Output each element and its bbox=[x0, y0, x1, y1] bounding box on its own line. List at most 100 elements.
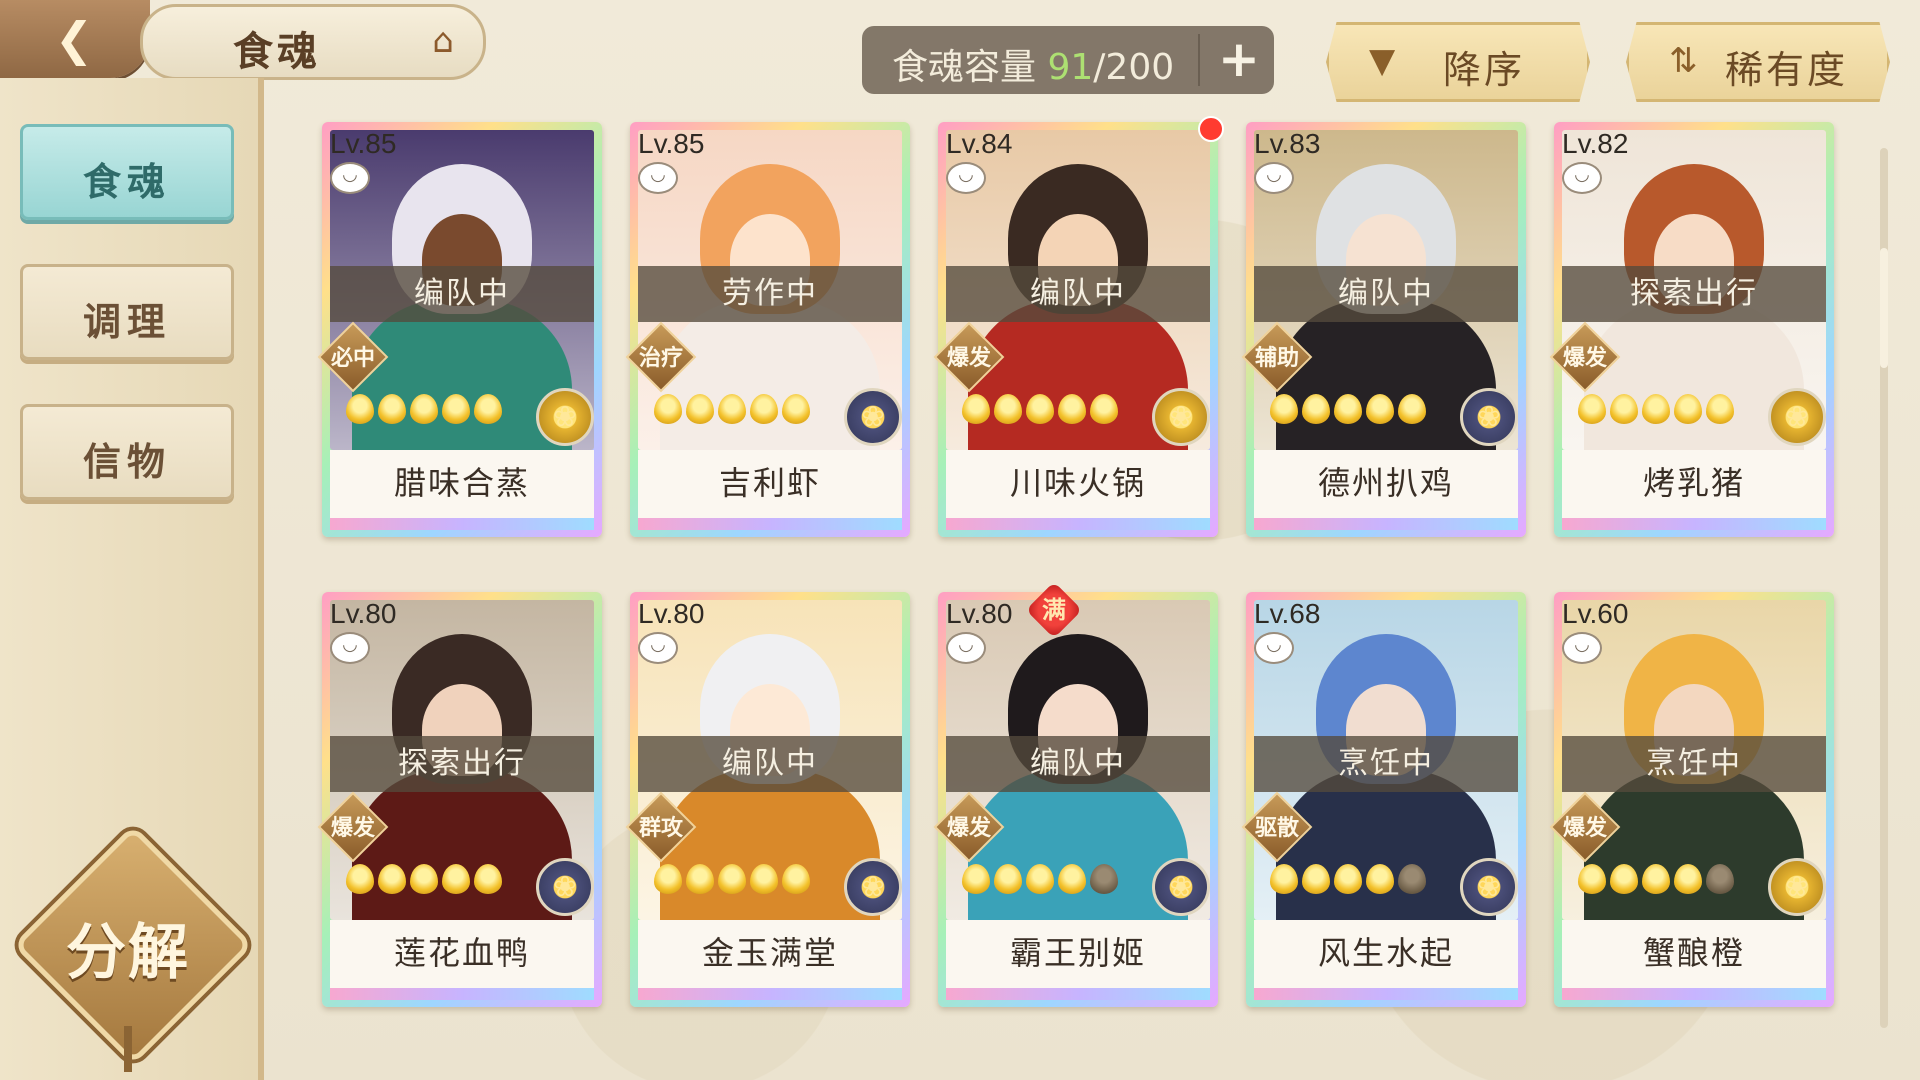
food-soul-card[interactable]: Lv.80 ◡ 探索出行 爆发 ❀ 莲花血鸭 bbox=[317, 592, 602, 1007]
plate-icon: ◡ bbox=[1254, 162, 1294, 194]
plate-icon: ◡ bbox=[330, 162, 370, 194]
star-filled-icon bbox=[410, 394, 438, 424]
role-label: 驱散 bbox=[1254, 816, 1299, 841]
role-label: 爆发 bbox=[1562, 816, 1607, 841]
star-filled-icon bbox=[654, 864, 682, 894]
level-label: Lv.68 bbox=[1254, 598, 1321, 629]
star-rating bbox=[962, 864, 1118, 900]
page-title-tab: 食魂 ⌂ bbox=[140, 4, 486, 80]
card-bottom-strip bbox=[638, 518, 902, 530]
scrollbar-thumb[interactable] bbox=[1880, 248, 1888, 368]
plate-icon: ◡ bbox=[1562, 632, 1602, 664]
add-capacity-button[interactable]: + bbox=[1212, 33, 1266, 87]
capacity-current: 91 bbox=[1047, 47, 1094, 88]
star-rating bbox=[654, 394, 810, 430]
sidebar-item-label: 调理 bbox=[82, 299, 171, 344]
star-filled-icon bbox=[1026, 394, 1054, 424]
food-soul-card[interactable]: Lv.68 ◡ 烹饪中 驱散 ❀ 风生水起 bbox=[1241, 592, 1526, 1007]
star-filled-icon bbox=[994, 864, 1022, 894]
card-bottom-strip bbox=[1254, 988, 1518, 1000]
plate-icon: ◡ bbox=[638, 162, 678, 194]
pavilion-icon[interactable]: ⌂ bbox=[413, 13, 473, 69]
star-filled-icon bbox=[718, 394, 746, 424]
sidebar-item-food-souls[interactable]: 食魂 bbox=[20, 124, 234, 220]
star-filled-icon bbox=[474, 394, 502, 424]
star-filled-icon bbox=[1302, 864, 1330, 894]
max-badge-label: 满 bbox=[1042, 596, 1066, 624]
star-empty-icon bbox=[1398, 864, 1426, 894]
food-soul-card[interactable]: Lv.80 ◡ 编队中 群攻 ❀ 金玉满堂 bbox=[625, 592, 910, 1007]
star-filled-icon bbox=[1334, 864, 1362, 894]
scrollbar[interactable] bbox=[1880, 148, 1888, 1028]
level-label: Lv.84 bbox=[946, 128, 1013, 159]
sort-key-button[interactable]: ⇅ 稀有度 bbox=[1626, 22, 1890, 102]
level-label: Lv.83 bbox=[1254, 128, 1321, 159]
decompose-label[interactable]: 分解 bbox=[40, 904, 216, 991]
level-label: Lv.82 bbox=[1562, 128, 1629, 159]
back-button[interactable]: ❮ bbox=[0, 0, 150, 78]
sidebar-item-tokens[interactable]: 信物 bbox=[20, 404, 234, 500]
blue-flower-emblem-icon: ❀ bbox=[844, 858, 902, 916]
role-label: 必中 bbox=[330, 346, 375, 371]
role-label: 群攻 bbox=[638, 816, 683, 841]
star-rating bbox=[1270, 864, 1426, 900]
star-filled-icon bbox=[654, 394, 682, 424]
food-soul-card[interactable]: Lv.84 ◡ 编队中 爆发 ❀ 川味火锅 bbox=[933, 116, 1224, 537]
food-soul-card[interactable]: Lv.83 ◡ 编队中 辅助 ❀ 德州扒鸡 bbox=[1241, 122, 1526, 537]
card-bottom-strip bbox=[1254, 518, 1518, 530]
sidebar-item-label: 信物 bbox=[82, 439, 171, 484]
food-soul-card[interactable]: Lv.85 ◡ 劳作中 治疗 ❀ 吉利虾 bbox=[625, 122, 910, 537]
blue-flower-emblem-icon: ❀ bbox=[1152, 858, 1210, 916]
star-filled-icon bbox=[1090, 394, 1118, 424]
blue-flower-emblem-icon: ❀ bbox=[844, 388, 902, 446]
star-filled-icon bbox=[378, 864, 406, 894]
star-filled-icon bbox=[1642, 864, 1670, 894]
star-filled-icon bbox=[346, 864, 374, 894]
character-name: 德州扒鸡 bbox=[1254, 450, 1518, 518]
character-name: 烤乳猪 bbox=[1562, 450, 1826, 518]
character-name: 川味火锅 bbox=[946, 450, 1210, 518]
sort-key-label: 稀有度 bbox=[1725, 48, 1849, 92]
blue-flower-emblem-icon: ❀ bbox=[1460, 388, 1518, 446]
star-filled-icon bbox=[410, 864, 438, 894]
star-filled-icon bbox=[782, 864, 810, 894]
plate-icon: ◡ bbox=[1562, 162, 1602, 194]
character-name: 蟹酿橙 bbox=[1562, 920, 1826, 988]
role-badge: 爆发 bbox=[933, 791, 1005, 863]
food-soul-card[interactable]: Lv.80 ◡ 编队中 爆发 ❀ 霸王别姬 满 bbox=[933, 581, 1218, 1007]
star-rating bbox=[346, 394, 502, 430]
star-filled-icon bbox=[1578, 394, 1606, 424]
star-filled-icon bbox=[1058, 864, 1086, 894]
food-soul-card[interactable]: Lv.60 ◡ 烹饪中 爆发 ❀ 蟹酿橙 bbox=[1549, 592, 1834, 1007]
star-filled-icon bbox=[1674, 394, 1702, 424]
star-filled-icon bbox=[686, 394, 714, 424]
star-filled-icon bbox=[962, 394, 990, 424]
food-soul-card[interactable]: Lv.82 ◡ 探索出行 爆发 ❀ 烤乳猪 bbox=[1549, 122, 1834, 537]
star-rating bbox=[962, 394, 1118, 430]
gold-flower-emblem-icon: ❀ bbox=[1768, 858, 1826, 916]
role-badge: 爆发 bbox=[933, 321, 1005, 393]
food-soul-grid: Lv.85 ◡ 编队中 必中 ❀ 腊味合蒸 Lv.85 ◡ 劳作中 治疗 ❀ 吉… bbox=[317, 116, 1842, 1022]
gold-flower-emblem-icon: ❀ bbox=[536, 388, 594, 446]
status-banner: 编队中 bbox=[946, 266, 1210, 322]
star-empty-icon bbox=[1090, 864, 1118, 894]
star-filled-icon bbox=[474, 864, 502, 894]
role-badge: 爆发 bbox=[1549, 321, 1621, 393]
food-soul-card[interactable]: Lv.85 ◡ 编队中 必中 ❀ 腊味合蒸 bbox=[317, 122, 602, 537]
star-filled-icon bbox=[1058, 394, 1086, 424]
card-bottom-strip bbox=[946, 518, 1210, 530]
star-filled-icon bbox=[750, 394, 778, 424]
status-banner: 编队中 bbox=[1254, 266, 1518, 322]
card-bottom-strip bbox=[330, 988, 594, 1000]
sort-order-button[interactable]: ▼ 降序 bbox=[1326, 22, 1590, 102]
star-filled-icon bbox=[1366, 394, 1394, 424]
star-filled-icon bbox=[1674, 864, 1702, 894]
star-rating bbox=[346, 864, 502, 900]
star-rating bbox=[1578, 394, 1734, 430]
status-banner: 编队中 bbox=[330, 266, 594, 322]
gold-flower-emblem-icon: ❀ bbox=[1768, 388, 1826, 446]
plate-icon: ◡ bbox=[946, 632, 986, 664]
plate-icon: ◡ bbox=[638, 632, 678, 664]
sort-order-label: 降序 bbox=[1443, 48, 1526, 92]
sidebar-item-conditioning[interactable]: 调理 bbox=[20, 264, 234, 360]
